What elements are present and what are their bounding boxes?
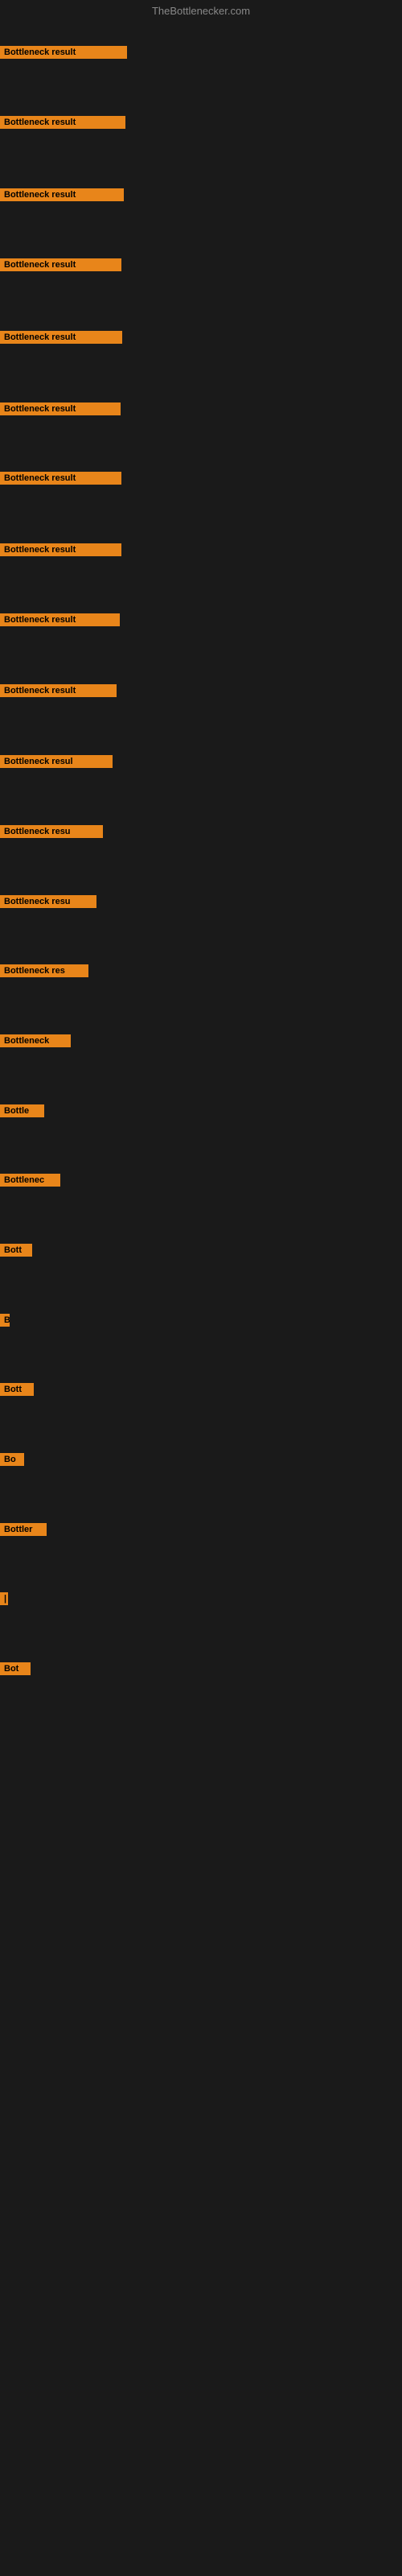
bottleneck-badge-24: Bot xyxy=(0,1662,31,1675)
bottleneck-badge-23: | xyxy=(0,1592,8,1605)
bottleneck-badge-13: Bottleneck resu xyxy=(0,895,96,908)
bottleneck-badge-18: Bott xyxy=(0,1244,32,1257)
bottleneck-badge-15: Bottleneck xyxy=(0,1034,71,1047)
bottleneck-badge-4: Bottleneck result xyxy=(0,258,121,271)
bottleneck-badge-11: Bottleneck resul xyxy=(0,755,113,768)
bottleneck-badge-12: Bottleneck resu xyxy=(0,825,103,838)
bottleneck-badge-22: Bottler xyxy=(0,1523,47,1536)
bottleneck-badge-1: Bottleneck result xyxy=(0,46,127,59)
bottleneck-badge-19: B xyxy=(0,1314,10,1327)
bottleneck-badge-2: Bottleneck result xyxy=(0,116,125,129)
bottleneck-badge-20: Bott xyxy=(0,1383,34,1396)
bottleneck-badge-5: Bottleneck result xyxy=(0,331,122,344)
bottleneck-badge-9: Bottleneck result xyxy=(0,613,120,626)
bottleneck-badge-3: Bottleneck result xyxy=(0,188,124,201)
bottleneck-badge-16: Bottle xyxy=(0,1104,44,1117)
bottleneck-badge-21: Bo xyxy=(0,1453,24,1466)
bottleneck-badge-6: Bottleneck result xyxy=(0,402,121,415)
bottleneck-badge-14: Bottleneck res xyxy=(0,964,88,977)
bottleneck-badge-7: Bottleneck result xyxy=(0,472,121,485)
site-title: TheBottlenecker.com xyxy=(0,5,402,17)
bottleneck-badge-17: Bottlenec xyxy=(0,1174,60,1187)
bottleneck-badge-10: Bottleneck result xyxy=(0,684,117,697)
bottleneck-badge-8: Bottleneck result xyxy=(0,543,121,556)
